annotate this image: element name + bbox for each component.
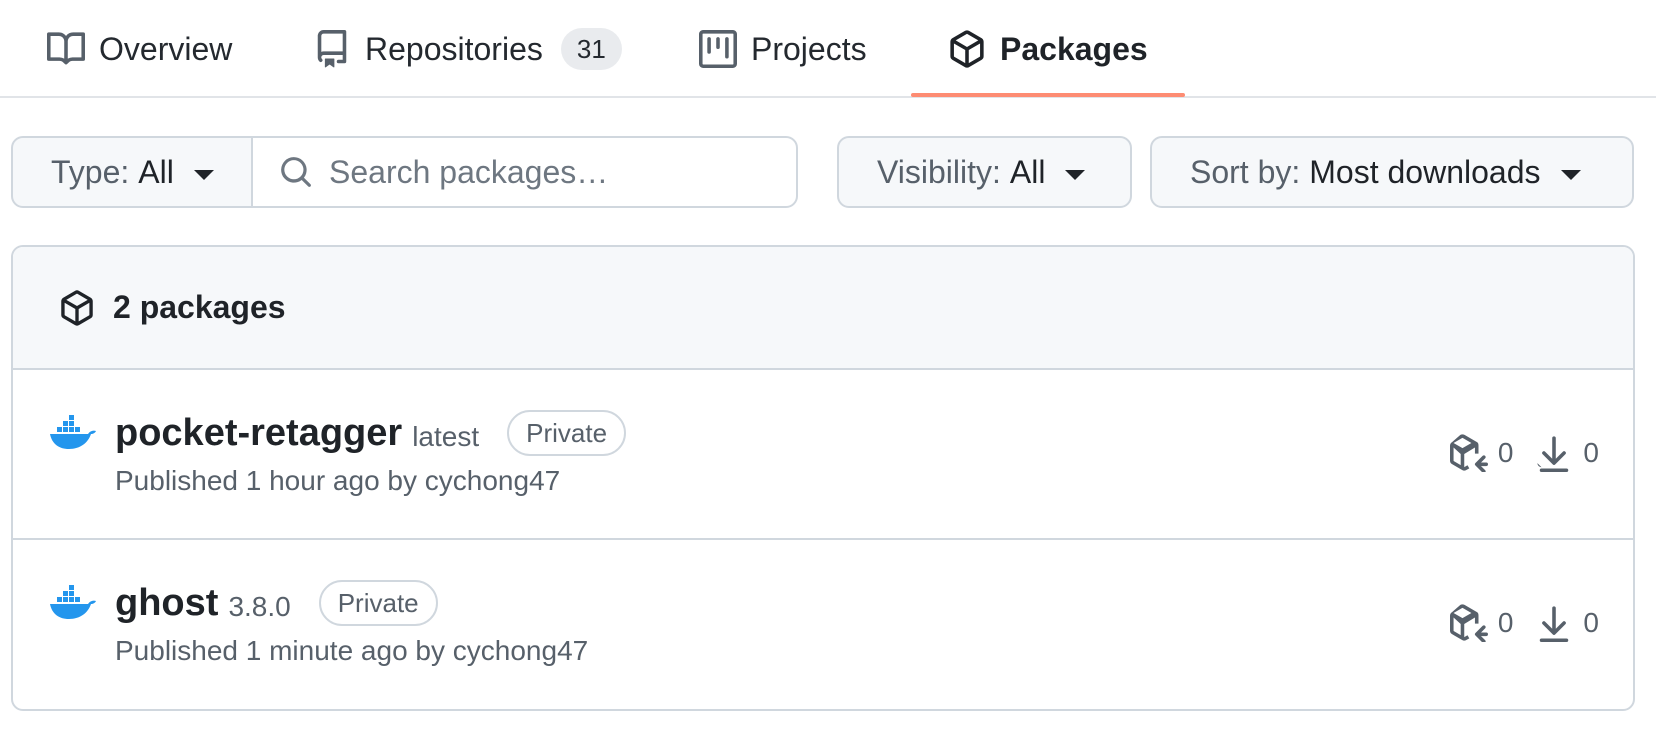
tab-repositories[interactable]: Repositories 31 bbox=[313, 0, 622, 98]
published-info: Published 1 minute ago by cychong47 bbox=[115, 635, 589, 666]
package-name-link[interactable]: ghost bbox=[115, 582, 218, 625]
docker-icon bbox=[50, 415, 96, 449]
project-icon bbox=[699, 30, 737, 68]
download-icon bbox=[1540, 606, 1569, 642]
type-filter-value: All bbox=[138, 153, 174, 190]
package-stats: 0 0 bbox=[1449, 434, 1599, 472]
sort-dropdown[interactable]: Sort by: Most downloads bbox=[1150, 136, 1634, 208]
sort-value: Most downloads bbox=[1309, 153, 1541, 190]
chevron-down-icon bbox=[1065, 170, 1086, 180]
versions-count: 0 bbox=[1497, 437, 1514, 468]
tab-overview[interactable]: Overview bbox=[47, 0, 232, 98]
tab-label: Projects bbox=[751, 30, 867, 67]
search-box bbox=[251, 136, 798, 208]
visibility-filter-dropdown[interactable]: Visibility: All bbox=[837, 136, 1132, 208]
package-icon bbox=[59, 289, 95, 326]
repositories-count-badge: 31 bbox=[560, 28, 622, 70]
sort-label: Sort by: bbox=[1190, 153, 1301, 190]
type-filter-dropdown[interactable]: Type: All bbox=[11, 136, 253, 208]
package-stats: 0 0 bbox=[1449, 604, 1599, 642]
package-icon bbox=[948, 30, 986, 68]
package-tag: latest bbox=[412, 421, 480, 452]
book-icon bbox=[47, 30, 85, 68]
published-info: Published 1 hour ago by cychong47 bbox=[115, 465, 561, 496]
versions-stat: 0 bbox=[1449, 604, 1514, 642]
tab-packages[interactable]: Packages bbox=[948, 0, 1148, 98]
type-filter-label: Type: bbox=[51, 153, 130, 190]
visibility-filter-label: Visibility: bbox=[877, 153, 1001, 190]
versions-count: 0 bbox=[1497, 607, 1514, 638]
downloads-count: 0 bbox=[1583, 437, 1599, 468]
package-name-link[interactable]: pocket-retagger bbox=[115, 412, 402, 455]
list-item: pocket-retagger latest Private Published… bbox=[13, 370, 1633, 538]
package-dependents-icon bbox=[1449, 604, 1488, 642]
tab-label: Overview bbox=[99, 30, 233, 67]
selected-tab-underline bbox=[911, 93, 1185, 97]
chevron-down-icon bbox=[1560, 170, 1581, 180]
docker-icon bbox=[50, 585, 96, 619]
chevron-down-icon bbox=[193, 170, 214, 180]
tab-label: Packages bbox=[1000, 30, 1148, 67]
repo-icon bbox=[313, 30, 351, 68]
search-input[interactable] bbox=[327, 152, 781, 192]
versions-stat: 0 bbox=[1449, 434, 1514, 472]
package-list: 2 packages pocket-retagger latest Privat… bbox=[11, 245, 1635, 711]
visibility-filter-value: All bbox=[1009, 153, 1046, 190]
downloads-stat: 0 bbox=[1535, 604, 1599, 642]
package-tag: 3.8.0 bbox=[228, 591, 291, 622]
visibility-badge: Private bbox=[507, 410, 627, 456]
tab-label: Repositories bbox=[365, 30, 543, 67]
package-title-line: ghost 3.8.0 Private bbox=[115, 580, 438, 626]
profile-tab-nav: Overview Repositories 31 Projects Packag… bbox=[0, 0, 1656, 98]
visibility-badge: Private bbox=[318, 580, 438, 626]
search-icon bbox=[279, 155, 313, 189]
download-icon bbox=[1537, 436, 1569, 472]
package-title-line: pocket-retagger latest Private bbox=[115, 410, 627, 456]
package-list-header: 2 packages bbox=[13, 247, 1633, 370]
downloads-stat: 0 bbox=[1535, 434, 1599, 472]
package-count: 2 packages bbox=[113, 289, 286, 325]
package-dependents-icon bbox=[1449, 434, 1488, 472]
tab-projects[interactable]: Projects bbox=[699, 0, 867, 98]
downloads-count: 0 bbox=[1583, 607, 1599, 638]
list-item: ghost 3.8.0 Private Published 1 minute a… bbox=[13, 538, 1633, 706]
